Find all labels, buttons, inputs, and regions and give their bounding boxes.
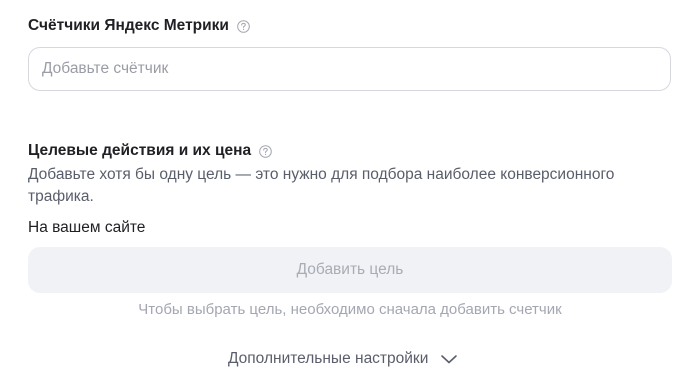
add-goal-button[interactable]: Добавить цель xyxy=(28,247,672,293)
goals-title: Целевые действия и их цена xyxy=(28,142,252,159)
chevron-down-icon xyxy=(440,353,458,365)
more-settings-toggle[interactable]: Дополнительные настройки xyxy=(228,350,458,368)
on-your-site-label: На вашем сайте xyxy=(28,219,146,236)
goals-section-title: Целевые действия и их цена xyxy=(28,142,272,160)
question-circle-icon[interactable] xyxy=(259,144,272,158)
goals-description: Добавьте хотя бы одну цель — это нужно д… xyxy=(28,166,615,205)
add-counter-input[interactable] xyxy=(28,47,671,91)
campaign-settings-page: Счётчики Яндекс Метрики Целевые действия… xyxy=(0,0,699,388)
add-counter-hint: Чтобы выбрать цель, необходимо сначала д… xyxy=(138,301,562,318)
metrika-counters-section-title: Счётчики Яндекс Метрики xyxy=(28,17,250,35)
question-circle-icon[interactable] xyxy=(237,19,250,33)
metrika-counters-title: Счётчики Яндекс Метрики xyxy=(28,17,229,34)
more-settings-label: Дополнительные настройки xyxy=(228,350,429,367)
